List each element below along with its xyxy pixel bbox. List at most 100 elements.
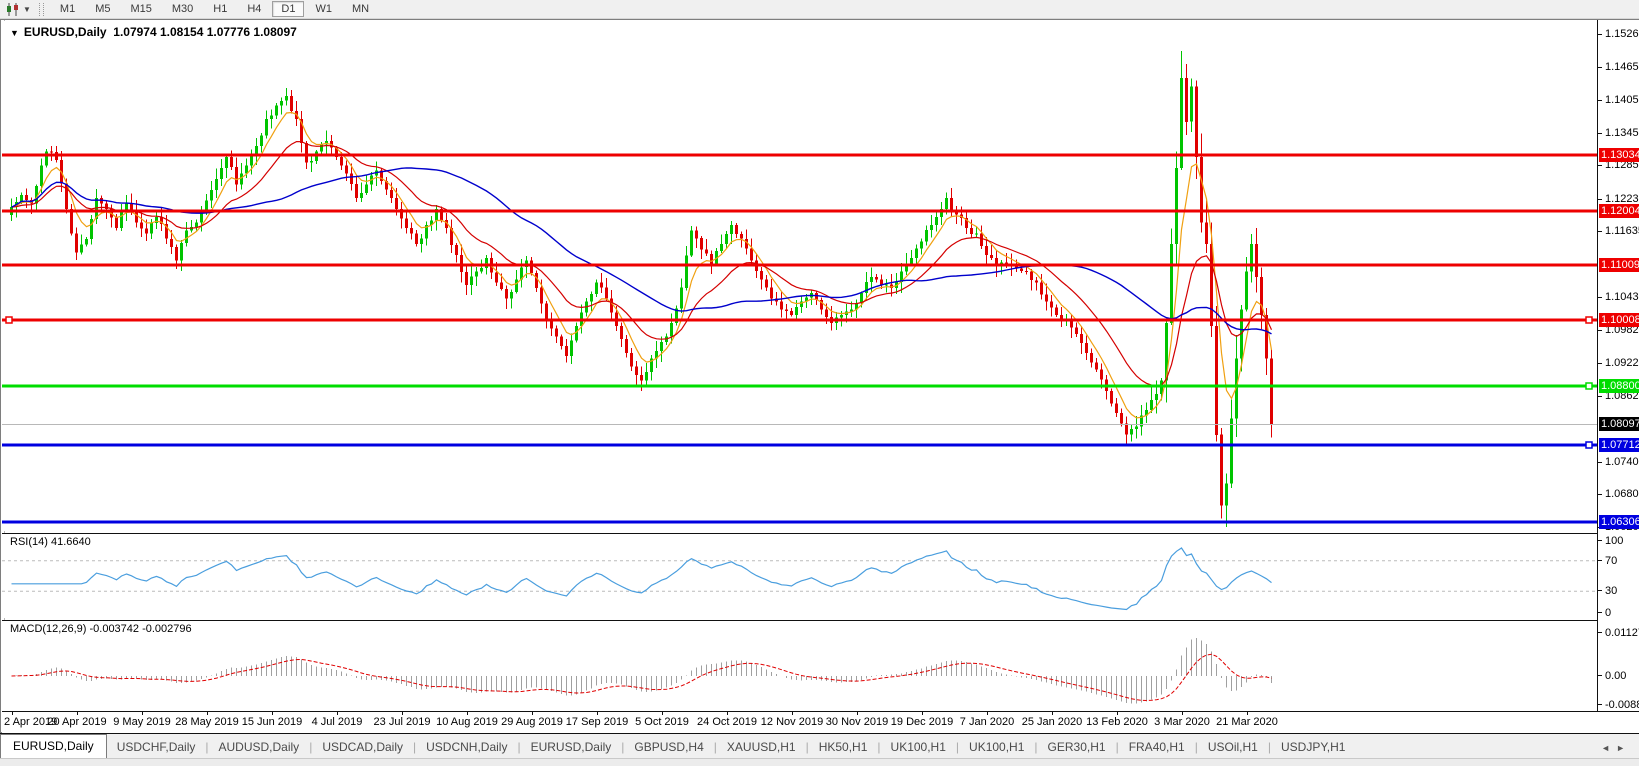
timeframe-button-h1[interactable]: H1 [204,1,236,17]
tab-eurusd-daily[interactable]: EURUSD,Daily [521,737,622,758]
price-axis: 1.152651.146501.140501.134501.128501.122… [1598,20,1639,711]
macd-tick-label: 0.011277 [1605,627,1639,639]
rsi-label: RSI(14) 41.6640 [10,536,91,548]
tab-scroll-left-icon[interactable]: ◄ [1601,743,1616,753]
date-tick-mark [467,712,468,715]
tab-ger30-h1[interactable]: GER30,H1 [1038,737,1116,758]
rsi-tick-label: 30 [1605,585,1617,597]
tab-xauusd-h1[interactable]: XAUUSD,H1 [717,737,806,758]
price-tick-label: 1.07405 [1605,456,1639,468]
tab-fra40-h1[interactable]: FRA40,H1 [1119,737,1195,758]
tab-scroll-right-icon[interactable]: ► [1616,743,1631,753]
timeframe-button-d1[interactable]: D1 [272,1,304,17]
tab-usdjpy-h1[interactable]: USDJPY,H1 [1271,737,1355,758]
level-handle-icon[interactable] [1586,317,1592,323]
candlestick-chart-icon[interactable] [3,2,23,17]
level-price-chip[interactable]: 1.06306 [1599,515,1639,529]
chart-title-ohlc: 1.07974 1.08154 1.07776 1.08097 [113,25,297,39]
date-label: 9 May 2019 [113,716,170,728]
level-price-chip[interactable]: 1.10008 [1599,313,1639,327]
tab-audusd-daily[interactable]: AUDUSD,Daily [209,737,310,758]
date-tick-mark [532,712,533,715]
timeframe-button-m30[interactable]: M30 [163,1,202,17]
price-tick-mark [1598,494,1602,495]
tab-usdchf-daily[interactable]: USDCHF,Daily [107,737,206,758]
macd-tick-label: -0.008845 [1605,699,1639,711]
level-handle-icon[interactable] [1586,442,1592,448]
tab-uk100-h1[interactable]: UK100,H1 [959,737,1034,758]
price-tick-label: 1.14650 [1605,61,1639,73]
date-tick-mark [1117,712,1118,715]
rsi-tick-mark [1598,560,1602,561]
price-tick-mark [1598,133,1602,134]
price-tick-label: 1.09220 [1605,357,1639,369]
tab-uk100-h1[interactable]: UK100,H1 [881,737,956,758]
chart-window[interactable]: ▼ EURUSD,Daily 1.07974 1.08154 1.07776 1.… [0,19,1639,733]
tabs: EURUSD,DailyUSDCHF,Daily|AUDUSD,Daily|US… [0,734,1355,758]
price-tick-mark [1598,297,1602,298]
timeframe-button-m15[interactable]: M15 [121,1,160,17]
chart-tab-bar: EURUSD,DailyUSDCHF,Daily|AUDUSD,Daily|US… [0,733,1639,758]
timeframe-button-mn[interactable]: MN [343,1,378,17]
timeframe-button-m1[interactable]: M1 [51,1,84,17]
level-price-chip[interactable]: 1.11009 [1599,258,1639,272]
date-label: 19 Dec 2019 [891,716,953,728]
price-tick-mark [1598,396,1602,397]
chart-title-symbol: EURUSD,Daily [24,25,107,39]
timeframe-button-h4[interactable]: H4 [238,1,270,17]
tab-hk50-h1[interactable]: HK50,H1 [809,737,878,758]
timeframe-button-m5[interactable]: M5 [86,1,119,17]
date-tick-mark [337,712,338,715]
level-price-chip[interactable]: 1.07712 [1599,438,1639,452]
date-label: 25 Jan 2020 [1022,716,1083,728]
macd-histogram [12,638,1272,704]
tab-usdcad-daily[interactable]: USDCAD,Daily [312,737,413,758]
macd-tick-mark [1598,632,1602,633]
ma-slow-line [12,168,1272,334]
rsi-pane[interactable]: RSI(14) 41.6640 [2,533,1597,618]
main-chart-pane[interactable]: ▼ EURUSD,Daily 1.07974 1.08154 1.07776 1.… [2,21,1597,531]
date-label: 12 Nov 2019 [761,716,823,728]
rsi-value: 41.6640 [51,536,91,548]
tab-usoil-h1[interactable]: USOil,H1 [1198,737,1268,758]
level-handle-icon[interactable] [1586,383,1592,389]
tab-eurusd-daily[interactable]: EURUSD,Daily [0,734,107,758]
date-axis[interactable]: 2 Apr 201920 Apr 20199 May 201928 May 20… [2,711,1639,733]
date-label: 29 Aug 2019 [501,716,563,728]
date-label: 24 Oct 2019 [697,716,757,728]
price-tick-mark [1598,165,1602,166]
date-label: 28 May 2019 [175,716,239,728]
tab-usdcnh-daily[interactable]: USDCNH,Daily [416,737,517,758]
chart-title-caret-icon[interactable]: ▼ [10,28,19,38]
macd-tick-label: 0.00 [1605,670,1626,682]
level-price-chip[interactable]: 1.13034 [1599,148,1639,162]
date-tick-mark [77,712,78,715]
date-label: 15 Jun 2019 [242,716,303,728]
level-handle-icon[interactable] [6,317,12,323]
date-tick-mark [1052,712,1053,715]
price-tick-mark [1598,34,1602,35]
date-tick-mark [597,712,598,715]
date-label: 3 Mar 2020 [1154,716,1210,728]
timeframe-button-w1[interactable]: W1 [306,1,341,17]
macd-tick-mark [1598,704,1602,705]
toolbar-grip [39,3,44,16]
level-price-chip[interactable]: 1.12004 [1599,204,1639,218]
date-tick-mark [1182,712,1183,715]
date-tick-mark [987,712,988,715]
date-tick-mark [922,712,923,715]
price-tick-mark [1598,199,1602,200]
date-label: 21 Mar 2020 [1216,716,1278,728]
price-tick-mark [1598,100,1602,101]
macd-pane[interactable]: MACD(12,26,9) -0.003742 -0.002796 [2,620,1597,710]
rsi-tick-mark [1598,590,1602,591]
macd-label: MACD(12,26,9) -0.003742 -0.002796 [10,623,192,635]
candles [10,51,1273,527]
price-tick-label: 1.13450 [1605,127,1639,139]
tab-gbpusd-h4[interactable]: GBPUSD,H4 [624,737,713,758]
chart-title: ▼ EURUSD,Daily 1.07974 1.08154 1.07776 1.… [10,25,297,39]
tab-scroll-arrows[interactable]: ◄► [1601,743,1631,758]
date-label: 4 Jul 2019 [312,716,363,728]
level-price-chip[interactable]: 1.08800 [1599,379,1639,393]
chart-type-dropdown-caret-icon[interactable]: ▼ [23,5,31,14]
